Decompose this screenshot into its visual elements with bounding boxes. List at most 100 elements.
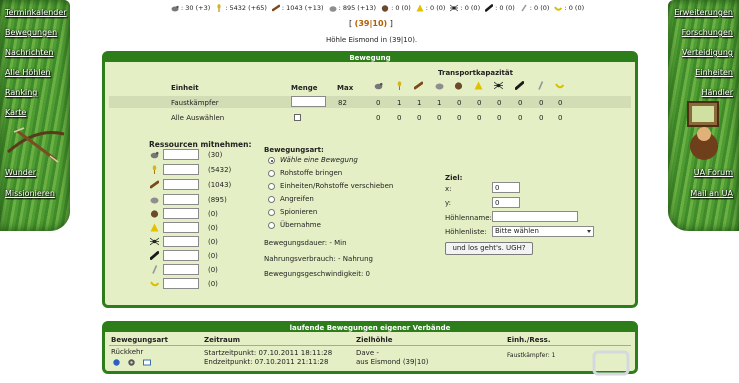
cave-list-label: Höhlenliste: [445,228,487,236]
take-fur-icon [150,209,159,220]
cap-spider-icon [493,81,504,92]
take-wood-available[interactable]: (1043) [208,181,231,189]
settings-icon[interactable] [128,359,135,368]
message-icon[interactable] [143,359,151,368]
ongoing-end: Endzeitpunkt: 07.10.2011 21:11:28 [204,358,329,366]
ongoing-target-line1[interactable]: Dave - [356,349,379,357]
take-meat-available[interactable]: (30) [208,151,222,159]
wheat-icon [215,4,223,12]
right-sidebar: Erweiterungen Forschungen Verteidigung E… [668,0,739,231]
submit-movement-button[interactable]: und los geht's. UGH? [445,242,533,255]
unit-cap: 0 [497,99,502,107]
ongoing-col-time: Zeitraum [204,336,241,344]
take-wood-log-icon [149,180,160,191]
resource-bone: : 0 (0) [520,4,550,12]
take-stone-input[interactable] [163,194,199,205]
ongoing-col-target: Zielhöhle [356,336,393,344]
nav-ua-forum[interactable]: UA Forum [694,168,733,177]
dark-log-icon [484,4,494,12]
movement-type-label[interactable]: Übernahme [280,221,321,229]
nav-haendler[interactable]: Händler [702,88,734,97]
take-wood-input[interactable] [163,179,199,190]
coords-bracket-close: ] [387,19,393,28]
nav-alle-hoehlen[interactable]: Alle Höhlen [5,68,51,77]
cave-name-label: Höhlenname: [445,214,492,222]
take-banana-available[interactable]: (0) [208,280,218,288]
select-all-cap: 0 [477,114,482,122]
take-fur-input[interactable] [163,208,199,219]
nav-forschungen[interactable]: Forschungen [682,28,733,37]
take-bone-input[interactable] [163,264,199,275]
boar-icon [171,4,179,12]
nav-mail-an-ua[interactable]: Mail an UA [690,189,733,198]
cave-coordinates: [ (39|10) ] [349,19,393,28]
take-darkwood-input[interactable] [163,250,199,261]
food-consumption: Nahrungsverbrauch: - Nahrung [264,255,373,263]
cap-fur-icon [454,81,463,92]
target-y-input[interactable]: 0 [492,197,520,208]
unit-max[interactable]: 82 [338,99,347,107]
take-banana-input[interactable] [163,278,199,289]
select-all-cap: 0 [558,114,563,122]
target-x-input[interactable]: 0 [492,182,520,193]
select-all-cap: 0 [376,114,381,122]
ongoing-target-line2[interactable]: aus Eismond (39|10) [356,358,428,366]
nav-wunder[interactable]: Wunder [5,168,36,177]
take-darkwood-available[interactable]: (0) [208,252,218,260]
cave-list-select[interactable]: Bitte wählen [492,226,594,237]
movement-type-radio[interactable] [268,157,275,164]
take-spider-available[interactable]: (0) [208,238,218,246]
select-all-cap: 0 [397,114,402,122]
resource-bar: : 30 (+3) : 5432 (+65) : 1043 (+13) : 89… [171,3,584,13]
movement-type-label[interactable]: Angreifen [280,195,314,203]
nav-terminkalender[interactable]: Terminkalender [5,8,67,17]
target-y-label: y: [445,199,451,207]
cap-dark-log-icon [514,81,525,92]
target-header: Ziel: [445,174,463,182]
resource-bone-value: : 0 (0) [529,4,550,12]
movement-type-label[interactable]: Einheiten/Rohstoffe verschieben [280,182,393,190]
take-boar-icon [150,150,159,161]
ongoing-divider [109,345,631,346]
nav-ranking[interactable]: Ranking [5,88,37,97]
nav-nachrichten[interactable]: Nachrichten [5,48,53,57]
movement-type-radio[interactable] [268,196,275,203]
movement-type-label[interactable]: Spionieren [280,208,317,216]
unit-cap: 0 [477,99,482,107]
movement-type-radio[interactable] [268,209,275,216]
nav-erweiterungen[interactable]: Erweiterungen [674,8,733,17]
nav-verteidigung[interactable]: Verteidigung [682,48,733,57]
movement-type-radio[interactable] [268,183,275,190]
take-stone-available[interactable]: (895) [208,196,227,204]
nav-karte[interactable]: Karte [5,108,26,117]
take-sulfur-available[interactable]: (0) [208,224,218,232]
nav-einheiten[interactable]: Einheiten [695,68,733,77]
movement-type-label[interactable]: Rohstoffe bringen [280,169,342,177]
take-bone-available[interactable]: (0) [208,266,218,274]
nav-bewegungen[interactable]: Bewegungen [5,28,57,37]
unit-cap: 1 [397,99,402,107]
unit-cap: 1 [417,99,422,107]
resource-wood: : 1043 (+13) [271,4,324,12]
movement-type-radio[interactable] [268,170,275,177]
movement-type-radio[interactable] [268,222,275,229]
coords-value[interactable]: (39|10) [355,19,388,28]
take-sulfur-input[interactable] [163,222,199,233]
movement-speed: Bewegungsgeschwindigkeit: 0 [264,270,371,278]
resource-sulfur: : 0 (0) [416,4,445,12]
take-dark-log-icon [149,251,160,262]
nav-missionieren[interactable]: Missionieren [5,189,55,198]
select-all-checkbox[interactable] [294,114,301,121]
take-meat-input[interactable] [163,149,199,160]
unit-amount-input[interactable] [291,96,326,107]
cave-name-input[interactable] [492,211,578,222]
take-wheat-available[interactable]: (5432) [208,166,231,174]
take-wheat-input[interactable] [163,164,199,175]
select-all-cap: 0 [497,114,502,122]
take-fur-available[interactable]: (0) [208,210,218,218]
take-spider-input[interactable] [163,236,199,247]
globe-icon[interactable] [113,359,120,368]
resource-stone-value: : 895 (+13) [338,4,377,12]
movement-type-label[interactable]: Wähle eine Bewegung [280,156,358,164]
spider-icon [450,4,459,12]
